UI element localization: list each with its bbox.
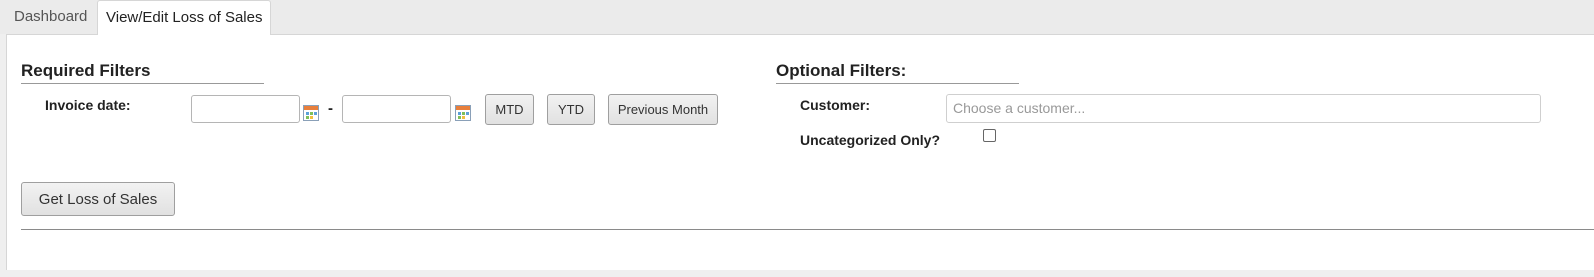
uncategorized-only-label: Uncategorized Only? [800, 132, 941, 148]
required-filters-title: Required Filters [21, 61, 264, 84]
date-range-separator: - [328, 100, 333, 117]
uncategorized-only-checkbox[interactable] [983, 129, 996, 142]
divider [21, 229, 1594, 230]
tab-dashboard[interactable]: Dashboard [6, 0, 95, 33]
previous-month-button[interactable]: Previous Month [608, 94, 718, 125]
customer-label: Customer: [800, 97, 871, 113]
calendar-icon[interactable] [455, 105, 471, 121]
invoice-date-label: Invoice date: [45, 97, 131, 113]
invoice-date-from-input[interactable] [191, 95, 300, 123]
ytd-button[interactable]: YTD [547, 94, 595, 125]
get-loss-of-sales-button[interactable]: Get Loss of Sales [21, 182, 175, 216]
invoice-date-to-input[interactable] [342, 95, 451, 123]
optional-filters-title: Optional Filters: [776, 61, 1019, 84]
calendar-icon[interactable] [303, 105, 319, 121]
customer-select[interactable]: Choose a customer... [946, 94, 1541, 123]
tab-bar: Dashboard View/Edit Loss of Sales [0, 0, 1594, 35]
mtd-button[interactable]: MTD [485, 94, 534, 125]
tab-view-edit-loss-of-sales[interactable]: View/Edit Loss of Sales [97, 0, 272, 35]
